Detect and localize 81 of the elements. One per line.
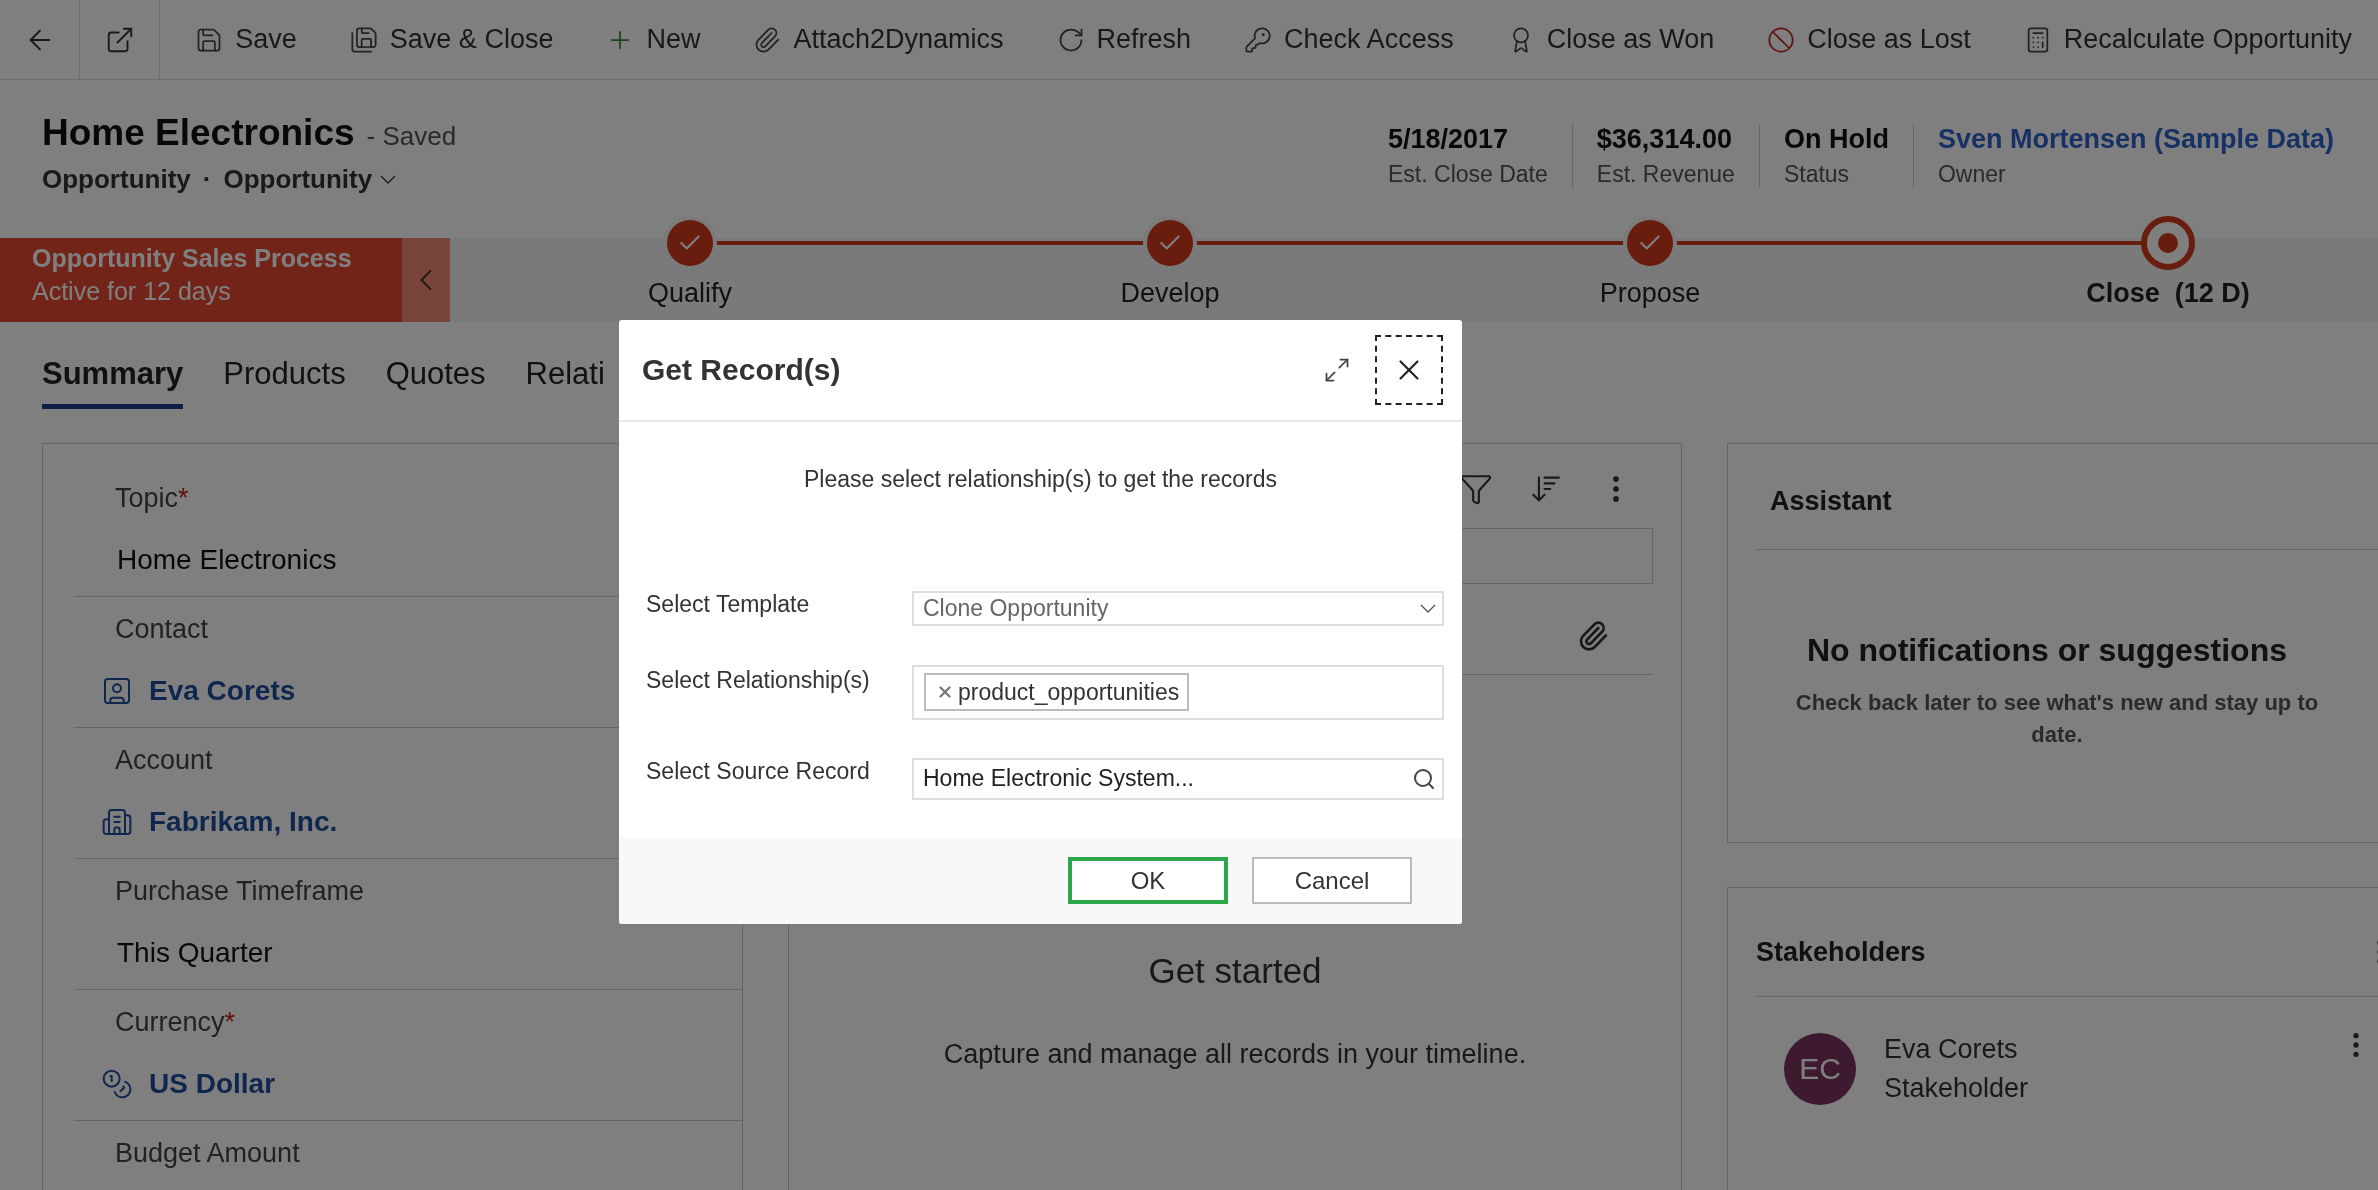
process-duration: Active for 12 days bbox=[32, 277, 232, 306]
toolbar-button[interactable]: Save & Close bbox=[322, 9, 580, 70]
field-label: Contact bbox=[115, 613, 209, 646]
field-label: Account bbox=[115, 744, 213, 777]
separator-dot: · bbox=[202, 164, 212, 195]
field-label: Topic bbox=[115, 482, 179, 515]
stage-label[interactable]: Close (12 D) bbox=[2086, 278, 2250, 309]
tab[interactable]: Summary bbox=[42, 354, 184, 409]
tag-text: product_opportunities bbox=[958, 678, 1180, 706]
dialog-title: Get Record(s) bbox=[642, 353, 842, 388]
field-link[interactable]: Eva Corets bbox=[149, 675, 296, 707]
stage-label[interactable]: Develop bbox=[1120, 278, 1220, 309]
field-label: Select Source Record bbox=[646, 757, 871, 785]
avatar: EC bbox=[1784, 1033, 1856, 1105]
paperclip-icon bbox=[753, 25, 782, 54]
toolbar-button[interactable]: Recalculate Opportunity bbox=[1996, 9, 2378, 70]
contact-card-icon bbox=[101, 675, 133, 707]
toolbar-button[interactable]: Check Access bbox=[1217, 9, 1480, 70]
entity-name: Opportunity bbox=[42, 164, 191, 195]
metric-value: $36,314.00 bbox=[1596, 124, 1733, 155]
record-title: Home Electronics bbox=[42, 112, 355, 154]
close-button[interactable] bbox=[1375, 335, 1443, 406]
save-status: - Saved bbox=[366, 121, 457, 152]
floppy-disks-icon bbox=[349, 25, 378, 54]
chevron-down-icon bbox=[380, 175, 397, 184]
building-icon bbox=[101, 806, 133, 838]
coins-icon bbox=[101, 1068, 133, 1100]
source-record-field[interactable]: Home Electronic System... bbox=[912, 757, 1444, 800]
panel-title: Stakeholders bbox=[1756, 936, 1926, 968]
toolbar-button[interactable]: Attach2Dynamics bbox=[726, 9, 1030, 70]
process-name: Opportunity Sales Process bbox=[32, 244, 353, 273]
chevron-down-icon bbox=[1420, 603, 1436, 613]
toolbar-button[interactable]: Refresh bbox=[1029, 9, 1218, 70]
panel-title: Assistant bbox=[1770, 486, 1892, 517]
filter-icon[interactable] bbox=[1459, 472, 1493, 506]
toolbar-button[interactable]: Close as Lost bbox=[1740, 9, 1997, 70]
metric-label: Est. Close Date bbox=[1388, 161, 1548, 188]
relationship-field[interactable]: product_opportunities bbox=[912, 664, 1444, 720]
paperclip-icon[interactable] bbox=[1577, 620, 1609, 652]
toolbar-button[interactable]: Close as Won bbox=[1479, 9, 1741, 70]
toolbar-button[interactable]: New bbox=[579, 9, 727, 70]
template-select[interactable]: Clone Opportunity bbox=[912, 590, 1444, 626]
metric-label: Est. Revenue bbox=[1596, 161, 1735, 188]
metric-value: On Hold bbox=[1783, 124, 1889, 155]
form-selector[interactable]: Opportunity bbox=[223, 164, 397, 195]
stage-label[interactable]: Qualify bbox=[647, 278, 732, 309]
empty-title: Get started bbox=[1147, 951, 1323, 991]
empty-title: No notifications or suggestions bbox=[1806, 632, 2288, 669]
tab[interactable]: Quotes bbox=[385, 354, 486, 409]
field-value: This Quarter bbox=[117, 937, 273, 969]
required-mark: * bbox=[224, 1006, 236, 1039]
tab[interactable]: Products bbox=[223, 354, 346, 409]
owner-link[interactable]: Sven Mortensen (Sample Data) bbox=[1937, 124, 2334, 155]
dialog-message: Please select relationship(s) to get the records bbox=[804, 466, 1277, 494]
prohibited-icon bbox=[1767, 25, 1796, 54]
tab[interactable]: Relati bbox=[525, 354, 605, 409]
field-label: Select Relationship(s) bbox=[646, 665, 871, 694]
field-link[interactable]: US Dollar bbox=[149, 1068, 276, 1100]
field-label: Purchase Timeframe bbox=[115, 875, 365, 908]
field-value: Home Electronics bbox=[117, 544, 337, 576]
chevron-left-icon bbox=[419, 269, 433, 291]
stage-marker[interactable] bbox=[2141, 216, 2195, 270]
field-label: Budget Amount bbox=[115, 1137, 300, 1170]
metric-label: Status bbox=[1783, 161, 1851, 188]
search-icon[interactable] bbox=[1412, 766, 1436, 791]
empty-text: Check back later to see what's new and stay up to date. bbox=[1794, 689, 2320, 749]
metric-label: Owner bbox=[1937, 161, 2007, 188]
key-icon bbox=[1244, 25, 1273, 54]
process-banner[interactable]: Opportunity Sales Process Active for 12 days bbox=[0, 238, 402, 322]
field-link[interactable]: Fabrikam, Inc. bbox=[149, 806, 338, 838]
required-mark: * bbox=[178, 482, 189, 515]
toolbar-button[interactable]: Save bbox=[168, 9, 323, 70]
empty-text: Capture and manage all records in your timeline. bbox=[942, 1039, 1528, 1070]
dialog-button[interactable]: Cancel bbox=[1252, 857, 1412, 905]
field-label: Select Template bbox=[646, 590, 811, 618]
stage-label[interactable]: Propose bbox=[1599, 278, 1701, 309]
metric-value: 5/18/2017 bbox=[1388, 124, 1510, 155]
dialog-button[interactable]: OK bbox=[1068, 857, 1228, 905]
person-name: Eva Corets bbox=[1884, 1034, 2019, 1065]
field-label: Currency bbox=[115, 1006, 225, 1039]
person-role: Stakeholder bbox=[1884, 1073, 2030, 1104]
